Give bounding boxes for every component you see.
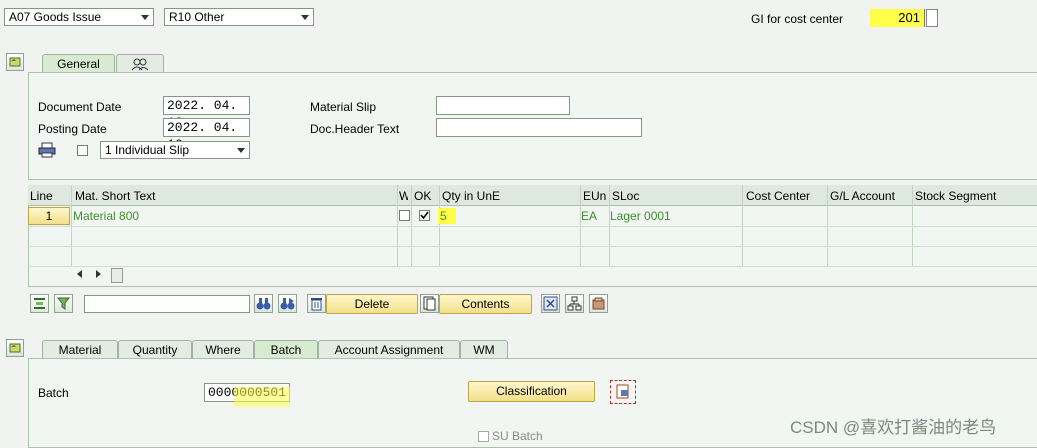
expand-header-icon[interactable] xyxy=(6,53,24,71)
gi-cost-center-value: 201 xyxy=(898,10,920,25)
chevron-down-icon xyxy=(237,148,245,153)
toolbar-search-input[interactable] xyxy=(84,295,250,313)
checkmark-icon xyxy=(420,211,429,220)
posting-date-input[interactable]: 2022. 04. 16 xyxy=(163,118,250,152)
su-batch-checkbox[interactable] xyxy=(478,431,489,442)
col-gl-account[interactable]: G/L Account xyxy=(830,189,895,203)
printer-icon[interactable] xyxy=(38,142,56,158)
delete-button-label: Delete xyxy=(354,297,390,311)
row-eun: EA xyxy=(581,209,598,223)
slip-option-dropdown[interactable]: 1 Individual Slip xyxy=(100,141,250,159)
row-sloc: Lager 0001 xyxy=(610,209,671,223)
col-line[interactable]: Line xyxy=(30,189,53,203)
watermark: CSDN @喜欢打酱油的老鸟 xyxy=(790,418,997,437)
gi-cost-center-label: GI for cost center xyxy=(751,12,844,26)
scroll-right-icon[interactable] xyxy=(96,270,101,278)
document-date-label: Document Date xyxy=(38,100,122,114)
tab-where[interactable]: Where xyxy=(192,340,254,359)
doc-header-text-input[interactable] xyxy=(436,118,642,137)
classification-button-label: Classification xyxy=(496,384,567,398)
movement-type-dropdown[interactable]: A07 Goods Issue xyxy=(4,8,154,26)
posting-date-label: Posting Date xyxy=(38,122,107,136)
col-cost-center[interactable]: Cost Center xyxy=(746,189,810,203)
batch-highlight xyxy=(234,387,290,407)
batch-label: Batch xyxy=(38,386,69,400)
collapse-detail-icon[interactable] xyxy=(6,339,24,357)
chevron-down-icon xyxy=(301,15,309,20)
contents-button-label: Contents xyxy=(461,297,510,311)
material-slip-input[interactable] xyxy=(436,96,570,115)
row-qty-value: 5 xyxy=(440,209,447,223)
scrollbar-thumb[interactable] xyxy=(111,268,123,283)
chevron-down-icon xyxy=(141,15,149,20)
contents-button[interactable]: Contents xyxy=(439,294,532,314)
tab-material-label: Material xyxy=(58,343,102,357)
tab-wm[interactable]: WM xyxy=(460,340,508,359)
row-ok-checkbox[interactable] xyxy=(419,210,430,221)
tab-batch-label: Batch xyxy=(270,343,302,357)
tab-where-label: Where xyxy=(205,343,241,357)
tab-wm-label: WM xyxy=(473,343,495,357)
row-w-checkbox[interactable] xyxy=(399,210,410,221)
col-eun[interactable]: EUn xyxy=(583,189,606,203)
tab-general-label: General xyxy=(57,57,100,71)
document-date-input[interactable]: 2022. 04. 16 xyxy=(163,96,250,130)
gi-cost-center-input[interactable]: 201 xyxy=(870,9,925,27)
table-row[interactable]: 1 Material 800 5 EA Lager 0001 xyxy=(28,206,1037,226)
binoculars-icon[interactable] xyxy=(254,294,273,313)
row-mat-short-text: Material 800 xyxy=(73,209,140,223)
row-qty[interactable]: 5 xyxy=(438,208,456,224)
col-qty[interactable]: Qty in UnE xyxy=(442,189,500,203)
folder-icon xyxy=(9,343,21,353)
material-slip-label: Material Slip xyxy=(310,100,377,114)
find-next-icon[interactable] xyxy=(278,294,297,313)
align-top-icon[interactable] xyxy=(30,294,49,313)
people-icon xyxy=(131,58,149,71)
tab-quantity-label: Quantity xyxy=(132,343,178,357)
tab-material[interactable]: Material xyxy=(42,340,118,359)
doc-header-text-label: Doc.Header Text xyxy=(310,122,400,136)
tab-account-assignment-label: Account Assignment xyxy=(334,343,444,357)
hierarchy-icon[interactable] xyxy=(565,294,584,313)
delete-button[interactable]: Delete xyxy=(326,294,418,314)
row-divider xyxy=(28,266,1037,267)
gi-cost-center-search-box[interactable] xyxy=(926,9,938,27)
row-line-number: 1 xyxy=(45,209,53,223)
classification-button[interactable]: Classification xyxy=(468,381,595,402)
col-sloc[interactable]: SLoc xyxy=(612,189,639,203)
col-ok[interactable]: OK xyxy=(414,189,431,203)
col-w[interactable]: W xyxy=(399,189,408,203)
col-stock-segment[interactable]: Stock Segment xyxy=(915,189,996,203)
row-divider xyxy=(28,246,1037,247)
trash-icon[interactable] xyxy=(307,294,326,313)
reference-dropdown[interactable]: R10 Other xyxy=(164,8,314,26)
folder-icon xyxy=(9,57,21,67)
stack-icon[interactable] xyxy=(589,294,608,313)
expand-all-icon[interactable] xyxy=(541,294,560,313)
scroll-left-icon[interactable] xyxy=(77,270,82,278)
tab-quantity[interactable]: Quantity xyxy=(118,340,192,359)
tab-general[interactable]: General xyxy=(42,54,115,73)
su-batch-label: SU Batch xyxy=(492,429,543,443)
tab-batch[interactable]: Batch xyxy=(254,340,318,359)
print-checkbox[interactable] xyxy=(77,145,88,156)
row-line-button[interactable]: 1 xyxy=(28,207,70,225)
reference-value: R10 Other xyxy=(169,10,225,24)
tab-partner[interactable] xyxy=(116,54,164,73)
row-divider xyxy=(28,226,1037,227)
document-icon[interactable] xyxy=(420,294,439,313)
col-mat-short-text[interactable]: Mat. Short Text xyxy=(75,189,155,203)
classification-detail-icon[interactable] xyxy=(610,380,636,404)
slip-option-value: 1 Individual Slip xyxy=(105,143,190,157)
filter-icon[interactable] xyxy=(54,294,73,313)
tab-account-assignment[interactable]: Account Assignment xyxy=(318,340,460,359)
movement-type-value: A07 Goods Issue xyxy=(9,10,102,24)
